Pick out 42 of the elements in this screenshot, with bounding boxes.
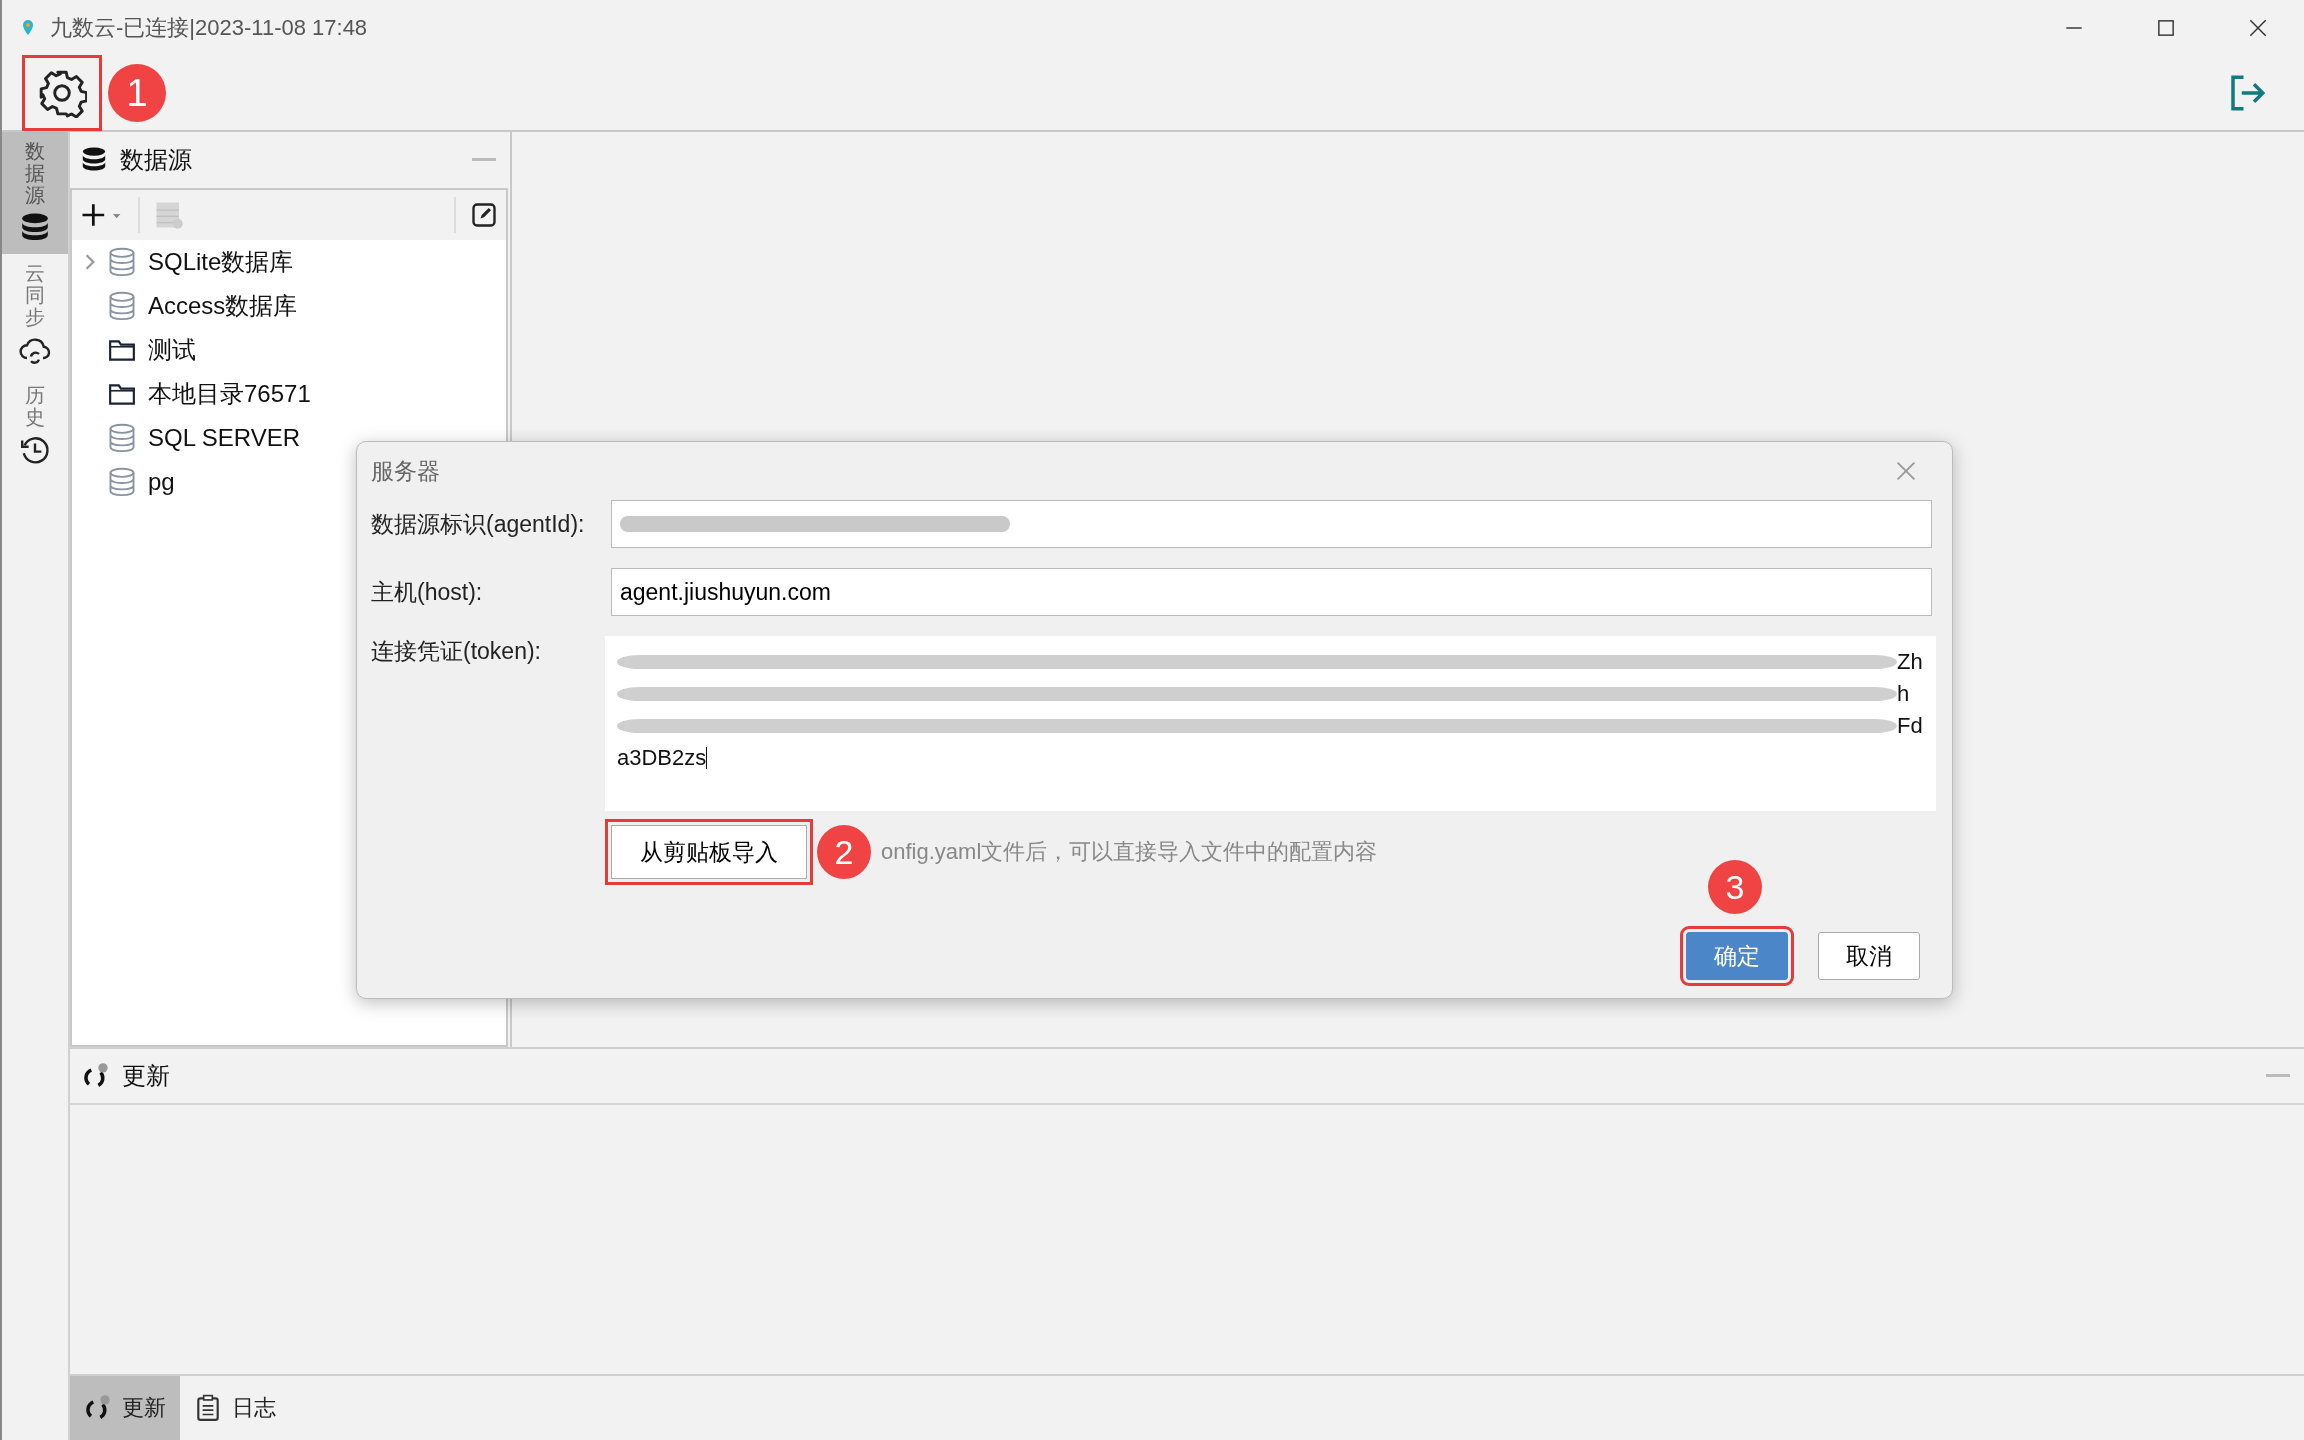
edit-icon[interactable] [470, 201, 498, 229]
token-text: Fd [1897, 713, 1923, 739]
side-tab[interactable]: 历史 [2, 376, 68, 476]
database-icon [108, 247, 136, 277]
hint-text: onfig.yaml文件后，可以直接导入文件中的配置内容 [881, 838, 1378, 866]
input-field[interactable]: agent.jiushuyun.com [611, 568, 1932, 616]
tree-item[interactable]: 本地目录76571 [72, 372, 506, 416]
panel-title: 更新 [122, 1061, 170, 1091]
close-icon[interactable] [2247, 17, 2269, 39]
tree-item[interactable]: Access数据库 [72, 284, 506, 328]
database-icon [108, 291, 136, 321]
callout-badge: 3 [1708, 860, 1762, 914]
gear-icon [37, 68, 87, 118]
database-icon [108, 423, 136, 453]
side-tab[interactable]: 云同步 [2, 254, 68, 376]
settings-button[interactable] [22, 55, 102, 131]
chevron-icon[interactable] [84, 253, 96, 271]
database-icon [108, 467, 136, 497]
input-field[interactable] [611, 500, 1932, 548]
update-icon [82, 1062, 110, 1090]
bottom-tab[interactable]: 更新 [70, 1376, 180, 1440]
field-label: 连接凭证(token): [371, 637, 542, 666]
callout-badge: 1 [108, 64, 166, 122]
window-title: 九数云-已连接|2023-11-08 17:48 [50, 14, 368, 42]
side-tab[interactable]: 数据源 [2, 132, 68, 254]
tree-item[interactable]: 测试 [72, 328, 506, 372]
tree-item[interactable]: SQLite数据库 [72, 240, 506, 284]
clipboard-icon [194, 1394, 222, 1422]
history-icon [19, 434, 51, 466]
cancel-button[interactable]: 取消 [1818, 932, 1920, 980]
app-logo-icon [22, 19, 34, 37]
field-label: 数据源标识(agentId): [371, 509, 586, 539]
maximize-icon[interactable] [2155, 17, 2177, 39]
callout-badge: 2 [817, 825, 871, 879]
update-icon [84, 1394, 112, 1422]
bottom-tab[interactable]: 日志 [180, 1376, 290, 1440]
token-text: h [1897, 681, 1910, 707]
panel-title: 数据源 [120, 145, 192, 175]
token-text: Zh [1897, 649, 1923, 675]
field-label: 主机(host): [371, 577, 484, 607]
token-text: a3DB2zs [617, 745, 707, 771]
token-field[interactable]: Zh h Fd a3DB2zs [605, 636, 1936, 811]
